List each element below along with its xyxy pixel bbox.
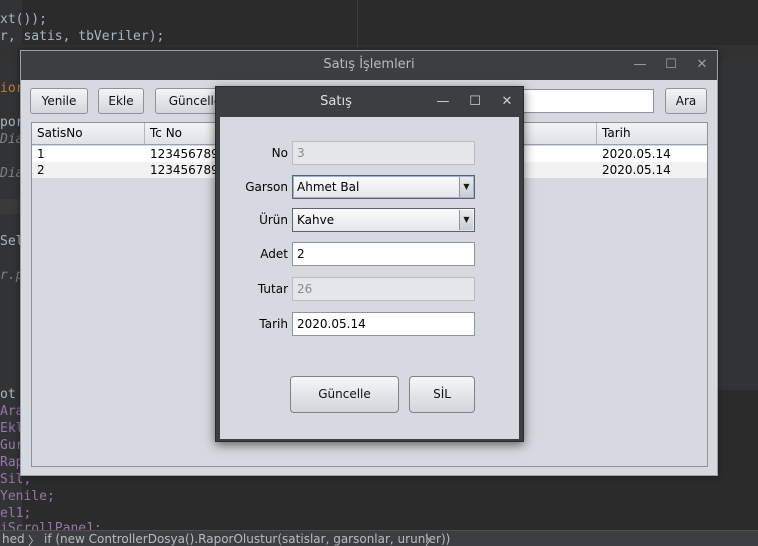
adet-field[interactable]: 2: [292, 242, 475, 266]
tutar-label: Tutar: [257, 282, 288, 296]
ide-breadcrumb-bar: hed 〉 if (new ControllerDosya().RaporOlu…: [0, 530, 758, 546]
minimize-icon[interactable]: —: [432, 92, 454, 112]
urun-select-value: Kahve: [297, 213, 335, 227]
close-icon[interactable]: ✕: [496, 92, 518, 112]
sale-dialog: Satış — ☐ ✕ No 3 Garson Ahmet Bal ▼ Ürün…: [215, 86, 524, 442]
garson-label: Garson: [245, 180, 288, 194]
update-button[interactable]: Güncelle: [290, 376, 399, 413]
tarih-field[interactable]: 2020.05.14: [292, 312, 475, 336]
cell-tarih: 2020.05.14: [602, 163, 671, 177]
search-button[interactable]: Ara: [665, 88, 707, 114]
code-line: Yenile;: [0, 489, 55, 504]
cell-tarih: 2020.05.14: [602, 147, 671, 161]
refresh-button[interactable]: Yenile: [30, 88, 88, 114]
add-button[interactable]: Ekle: [98, 88, 144, 114]
maximize-icon[interactable]: ☐: [464, 92, 486, 112]
chevron-down-icon[interactable]: ▼: [459, 177, 473, 197]
code-line: xt());: [0, 12, 47, 27]
breadcrumb-separator-icon: 〉: [28, 534, 41, 546]
code-line: r, satis, tbVeriler);: [0, 29, 165, 44]
dialog-titlebar[interactable]: Satış — ☐ ✕: [216, 87, 523, 117]
dialog-title: Satış: [320, 94, 352, 109]
no-label: No: [271, 146, 288, 160]
delete-button[interactable]: SİL: [409, 376, 475, 413]
chevron-down-icon[interactable]: ▼: [459, 210, 473, 230]
code-line: ot: [0, 387, 16, 402]
column-header-tarih[interactable]: Tarih: [597, 123, 707, 144]
maximize-icon[interactable]: ☐: [660, 55, 682, 75]
garson-select[interactable]: Ahmet Bal ▼: [292, 175, 475, 199]
breadcrumb-item[interactable]: if (new ControllerDosya().RaporOlustur(s…: [44, 532, 450, 546]
breadcrumb-separator-icon: 〉: [425, 534, 438, 546]
main-window-title: Satış İşlemleri: [323, 57, 415, 72]
breadcrumb-item[interactable]: hed: [2, 532, 25, 546]
cell-satisno: 2: [37, 163, 45, 177]
minimize-icon[interactable]: —: [629, 55, 651, 75]
dialog-content: No 3 Garson Ahmet Bal ▼ Ürün Kahve ▼ Ade…: [220, 117, 519, 439]
column-header-satisno[interactable]: SatisNo: [32, 123, 145, 144]
cell-satisno: 1: [37, 147, 45, 161]
no-field: 3: [292, 141, 475, 165]
garson-select-value: Ahmet Bal: [297, 180, 360, 194]
tutar-field: 26: [292, 277, 475, 301]
adet-label: Adet: [260, 247, 288, 261]
urun-select[interactable]: Kahve ▼: [292, 208, 475, 232]
search-input[interactable]: [509, 89, 654, 113]
urun-label: Ürün: [259, 213, 288, 227]
ide-side-panel: [718, 60, 758, 390]
close-icon[interactable]: ✕: [691, 55, 713, 75]
main-window-titlebar[interactable]: Satış İşlemleri — ☐ ✕: [21, 51, 717, 80]
tarih-label: Tarih: [259, 317, 288, 331]
